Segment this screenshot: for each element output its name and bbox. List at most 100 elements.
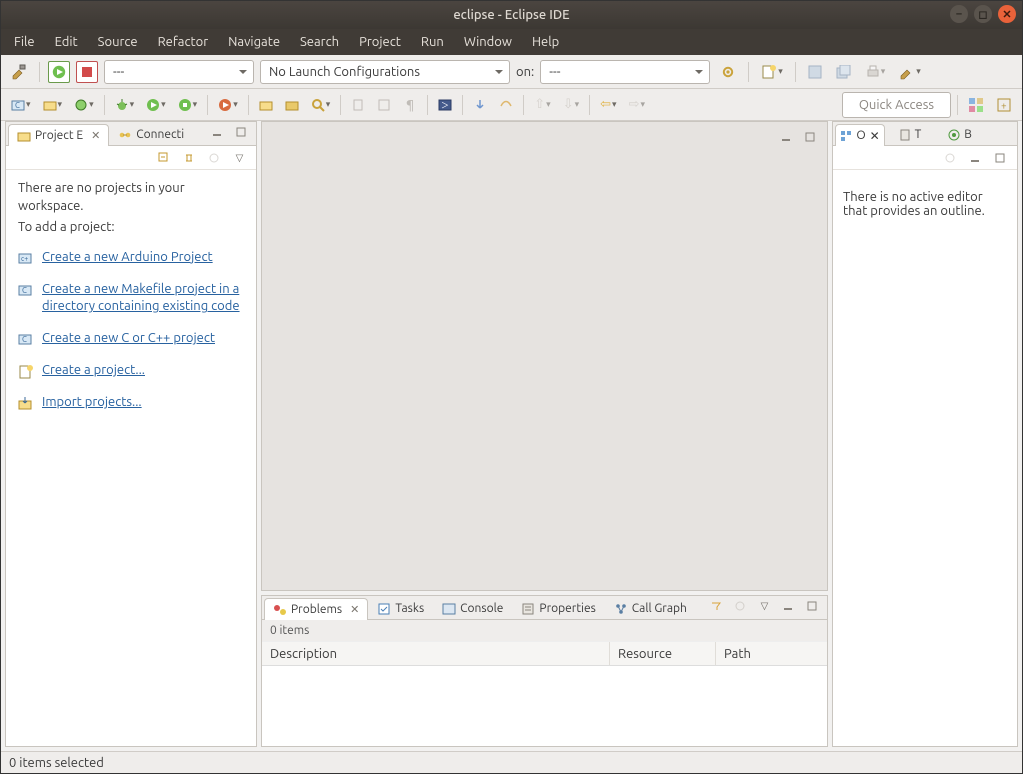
stop-button[interactable] — [76, 61, 98, 83]
print-button[interactable]: ▾ — [862, 61, 890, 83]
run-button[interactable] — [48, 61, 70, 83]
collapse-all-button[interactable] — [153, 147, 175, 169]
tab-problems[interactable]: Problems ✕ — [264, 598, 368, 620]
run-dropdown-button[interactable]: ▾ — [142, 94, 170, 116]
launch-target-combo[interactable]: --- — [540, 60, 710, 84]
link-create-makefile[interactable]: Create a new Makefile project in a direc… — [42, 281, 244, 316]
forward-button[interactable]: ⇨▾ — [625, 94, 649, 116]
problems-table-body[interactable] — [262, 666, 827, 746]
menu-file[interactable]: File — [5, 32, 44, 52]
terminal-button[interactable]: ＞ — [434, 94, 456, 116]
workbench-body: Project E ✕ Connecti ▽ There ar — [1, 121, 1022, 751]
menu-edit[interactable]: Edit — [46, 32, 87, 52]
menu-run[interactable]: Run — [412, 32, 453, 52]
save-all-button[interactable] — [832, 61, 856, 83]
tab-outline[interactable]: O ✕ — [835, 124, 885, 146]
window-close-button[interactable]: ✕ — [998, 5, 1016, 23]
outline-minimize-button[interactable] — [964, 147, 986, 169]
window-maximize-button[interactable]: ◻ — [974, 5, 992, 23]
close-icon[interactable]: ✕ — [870, 129, 880, 143]
problems-count: 0 items — [262, 620, 827, 642]
toggle-mark-button[interactable] — [347, 94, 369, 116]
tab-callgraph[interactable]: Call Graph — [605, 597, 696, 619]
arrow-right-icon: ⇨ — [629, 97, 640, 112]
tab-properties[interactable]: Properties — [512, 597, 604, 619]
problems-view-menu-button[interactable]: ▽ — [753, 595, 775, 617]
link-create-project[interactable]: Create a project... — [42, 362, 145, 380]
window-minimize-button[interactable]: – — [950, 5, 968, 23]
step-into-button[interactable] — [469, 94, 491, 116]
build-all-button[interactable]: ▾ — [895, 61, 925, 83]
profile-button[interactable]: ▾ — [174, 94, 202, 116]
new-class-button[interactable]: ▾ — [70, 94, 98, 116]
bottom-minimize-button[interactable] — [777, 595, 799, 617]
back-button[interactable]: ⇦▾ — [596, 94, 620, 116]
perspective-cpp-button[interactable] — [964, 94, 988, 116]
show-whitespace-button[interactable]: ¶ — [399, 94, 421, 116]
close-icon[interactable]: ✕ — [346, 603, 359, 616]
menu-bar: File Edit Source Refactor Navigate Searc… — [1, 29, 1022, 55]
open-type-button[interactable] — [255, 94, 277, 116]
link-import-projects[interactable]: Import projects... — [42, 394, 142, 412]
problems-filter-button[interactable] — [705, 595, 727, 617]
separator — [748, 62, 749, 82]
new-cproject-button[interactable]: C▾ — [7, 94, 35, 116]
tab-tasks[interactable]: Tasks — [368, 597, 433, 619]
menu-help[interactable]: Help — [523, 32, 568, 52]
close-icon[interactable]: ✕ — [87, 129, 100, 142]
bug-icon — [115, 98, 129, 112]
editor-minimize-button[interactable] — [775, 126, 797, 148]
view-menu-button[interactable]: ▽ — [228, 147, 250, 169]
link-editor-button[interactable] — [178, 147, 200, 169]
launch-config-combo[interactable]: No Launch Configurations — [260, 60, 510, 84]
step-over-button[interactable] — [495, 94, 517, 116]
menu-project[interactable]: Project — [350, 32, 410, 52]
separator — [207, 95, 208, 115]
external-tools-button[interactable]: ▾ — [214, 94, 242, 116]
menu-refactor[interactable]: Refactor — [149, 32, 218, 52]
next-annotation-button[interactable]: ⇩▾ — [559, 94, 583, 116]
focus-task-button[interactable] — [203, 147, 225, 169]
search-button[interactable]: ▾ — [307, 94, 335, 116]
editor-maximize-button[interactable] — [799, 126, 821, 148]
title-bar: eclipse - Eclipse IDE – ◻ ✕ — [1, 1, 1022, 29]
link-create-c-cpp[interactable]: Create a new C or C++ project — [42, 330, 215, 348]
tab-connections[interactable]: Connecti — [109, 123, 193, 145]
tab-tasklist[interactable]: T — [885, 123, 935, 145]
open-perspective-button[interactable]: + — [992, 94, 1016, 116]
arrow-up-icon: ⇧ — [534, 97, 545, 112]
focus-icon — [207, 151, 221, 165]
toggle-block-button[interactable] — [373, 94, 395, 116]
view-maximize-button[interactable] — [230, 121, 252, 143]
outline-maximize-button[interactable] — [989, 147, 1011, 169]
view-minimize-button[interactable] — [206, 121, 228, 143]
external-tools-icon — [218, 98, 232, 112]
launch-config-value: No Launch Configurations — [269, 65, 420, 79]
problems-focus-button[interactable] — [729, 595, 751, 617]
col-description[interactable]: Description — [262, 642, 610, 665]
tab-build-targets[interactable]: B — [935, 123, 985, 145]
debug-button[interactable]: ▾ — [111, 94, 139, 116]
save-button[interactable] — [804, 61, 826, 83]
menu-window[interactable]: Window — [455, 32, 521, 52]
status-text: 0 items selected — [9, 756, 104, 770]
menu-source[interactable]: Source — [89, 32, 147, 52]
menu-navigate[interactable]: Navigate — [219, 32, 289, 52]
tab-project-explorer[interactable]: Project E ✕ — [8, 124, 109, 146]
launch-target-settings-button[interactable] — [716, 61, 740, 83]
build-button[interactable] — [7, 61, 31, 83]
launch-mode-combo[interactable]: --- — [104, 60, 254, 84]
link-create-arduino[interactable]: Create a new Arduino Project — [42, 249, 213, 267]
new-button[interactable]: ▾ — [757, 61, 787, 83]
menu-search[interactable]: Search — [291, 32, 348, 52]
new-folder-button[interactable]: ▾ — [39, 94, 67, 116]
prev-annotation-button[interactable]: ⇧▾ — [530, 94, 554, 116]
quick-access-field[interactable]: Quick Access — [842, 92, 951, 118]
editor-area[interactable] — [261, 121, 828, 591]
bottom-maximize-button[interactable] — [801, 595, 823, 617]
col-resource[interactable]: Resource — [610, 642, 716, 665]
task-folder-button[interactable] — [281, 94, 303, 116]
separator — [104, 95, 105, 115]
outline-focus-button[interactable] — [939, 147, 961, 169]
tab-console[interactable]: Console — [433, 597, 512, 619]
